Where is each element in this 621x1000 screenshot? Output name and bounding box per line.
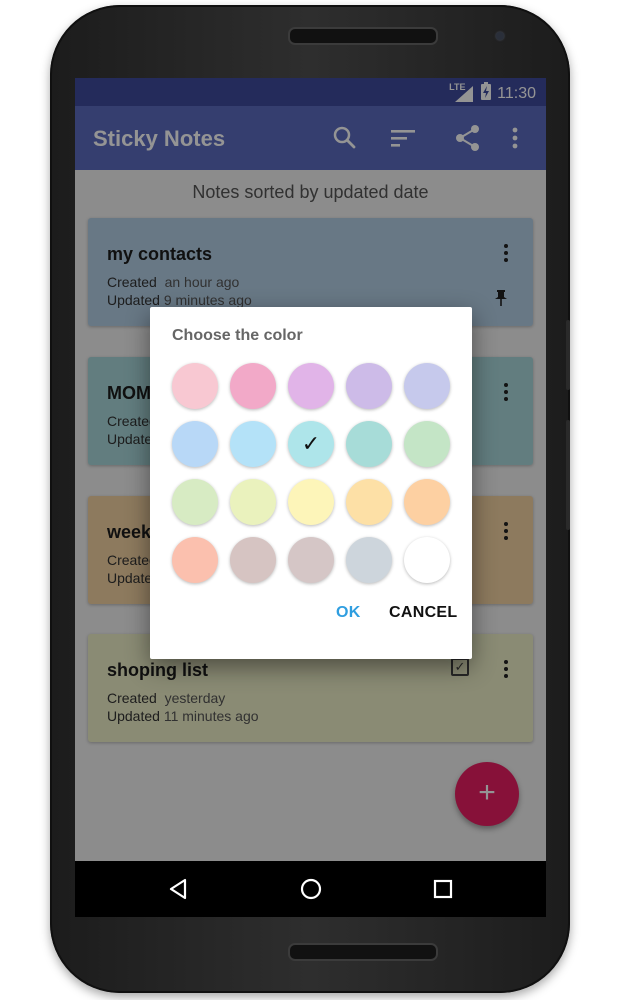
color-swatch[interactable] (346, 363, 392, 409)
color-swatch[interactable] (404, 479, 450, 525)
ok-button[interactable]: OK (336, 604, 361, 622)
color-swatch[interactable] (404, 537, 450, 583)
color-swatch[interactable] (172, 421, 218, 467)
bottom-speaker (288, 943, 438, 961)
cancel-button[interactable]: CANCEL (389, 604, 457, 622)
back-icon[interactable] (165, 875, 193, 903)
color-swatch[interactable] (288, 363, 334, 409)
power-button (566, 320, 570, 390)
color-swatch[interactable] (230, 537, 276, 583)
color-swatch[interactable] (288, 479, 334, 525)
recents-icon[interactable] (429, 875, 457, 903)
home-icon[interactable] (297, 875, 325, 903)
volume-button (566, 420, 570, 530)
color-swatch[interactable] (230, 421, 276, 467)
screen: LTE 11:30 Sticky Notes Notes sorted by u… (75, 78, 546, 861)
color-swatch[interactable] (172, 479, 218, 525)
color-swatch[interactable] (404, 421, 450, 467)
color-swatch[interactable] (230, 479, 276, 525)
color-picker-dialog: Choose the color ✓ OK CANCEL (150, 307, 472, 659)
color-swatch[interactable]: ✓ (288, 421, 334, 467)
top-speaker (288, 27, 438, 45)
color-swatch[interactable] (172, 537, 218, 583)
color-swatch[interactable] (346, 479, 392, 525)
color-swatch[interactable] (288, 537, 334, 583)
selected-check-icon: ✓ (301, 431, 321, 456)
color-swatch[interactable] (172, 363, 218, 409)
color-swatch[interactable] (404, 363, 450, 409)
front-camera (496, 32, 504, 40)
color-swatch[interactable] (230, 363, 276, 409)
dialog-title: Choose the color (172, 327, 303, 344)
color-swatch[interactable] (346, 537, 392, 583)
color-swatch[interactable] (346, 421, 392, 467)
navigation-bar (75, 861, 546, 917)
